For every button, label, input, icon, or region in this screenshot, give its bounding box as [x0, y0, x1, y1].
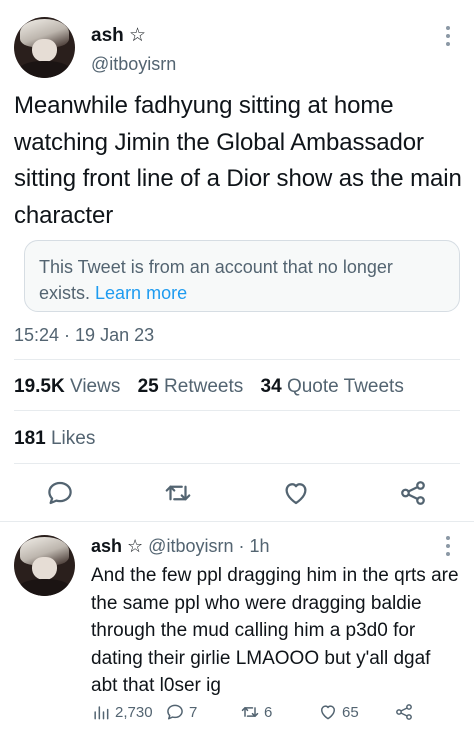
views-stat[interactable]: 19.5K Views — [14, 376, 120, 397]
share-icon — [396, 704, 412, 720]
reply-header: ash ☆ @itboyisrn · 1h — [91, 536, 270, 557]
views-icon — [94, 706, 109, 720]
reply-text: And the few ppl dragging him in the qrts… — [91, 565, 459, 696]
retweet-icon[interactable] — [163, 478, 193, 508]
reply-likes[interactable]: 65 — [318, 700, 359, 724]
reply-replies[interactable]: 7 — [165, 700, 197, 724]
author-display-name[interactable]: ash ☆ — [91, 24, 146, 47]
more-options-icon[interactable] — [446, 26, 452, 46]
learn-more-link[interactable]: Learn more — [95, 283, 187, 303]
retweet-icon — [241, 707, 259, 717]
like-icon — [321, 705, 335, 720]
tweet-stats: 19.5K Views 25 Retweets 34 Quote Tweets — [14, 376, 404, 398]
reply-actions: 2,730 7 6 65 — [0, 700, 474, 724]
likes-stat[interactable]: 181 Likes — [14, 428, 95, 450]
tweet-actions — [0, 478, 474, 510]
reply-retweets[interactable]: 6 — [240, 700, 272, 724]
quote-tweets-stat[interactable]: 34 Quote Tweets — [261, 376, 404, 397]
divider — [14, 359, 460, 360]
likes-count: 65 — [342, 703, 359, 721]
share-icon[interactable] — [398, 478, 428, 508]
reply-handle-time[interactable]: @itboyisrn · 1h — [148, 536, 269, 556]
reply-icon — [167, 704, 183, 720]
divider — [14, 463, 460, 464]
reply-display-name[interactable]: ash ☆ — [91, 536, 143, 556]
retweets-count: 6 — [264, 703, 273, 721]
reply-avatar[interactable] — [14, 535, 75, 596]
replies-count: 7 — [189, 703, 198, 721]
views-count: 2,730 — [115, 703, 153, 721]
retweets-stat[interactable]: 25 Retweets — [138, 376, 244, 397]
avatar[interactable] — [14, 17, 75, 78]
main-tweet: ash ☆ @itboyisrn Meanwhile fadhyung sitt… — [0, 0, 474, 520]
deleted-account-notice: This Tweet is from an account that no lo… — [24, 240, 460, 312]
reply-more-options-icon[interactable] — [446, 536, 452, 556]
notice-text: This Tweet is from an account that no lo… — [39, 257, 393, 303]
reply-icon[interactable] — [45, 478, 75, 508]
divider — [14, 410, 460, 411]
reply-share[interactable] — [394, 700, 414, 724]
like-icon[interactable] — [281, 478, 311, 508]
tweet-timestamp[interactable]: 15:24 · 19 Jan 23 — [14, 325, 154, 346]
reply-views[interactable]: 2,730 — [91, 700, 153, 724]
divider — [0, 521, 474, 522]
tweet-text: Meanwhile fadhyung sitting at home watch… — [14, 92, 462, 229]
author-handle[interactable]: @itboyisrn — [91, 54, 176, 75]
